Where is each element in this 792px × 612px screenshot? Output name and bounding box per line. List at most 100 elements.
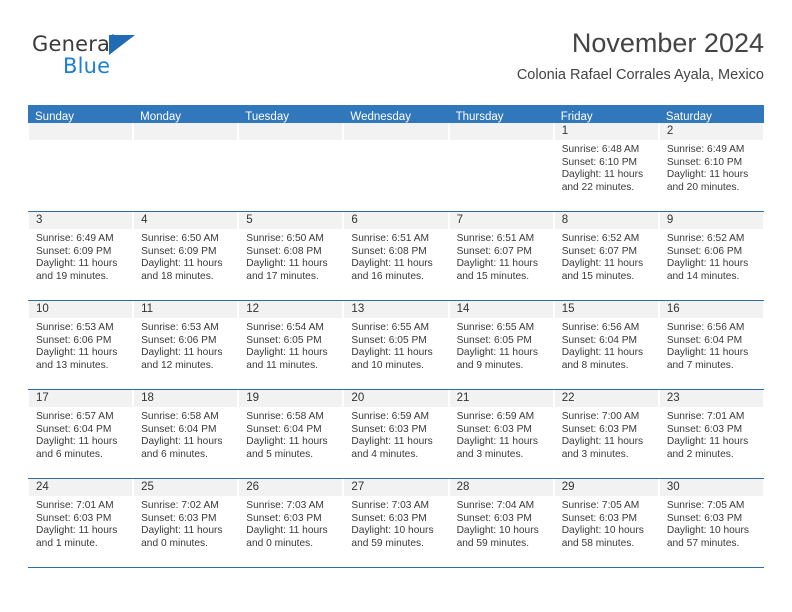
day-number: 28 <box>449 479 553 497</box>
calendar-day-cell[interactable]: 26 Sunrise: 7:03 AM Sunset: 6:03 PM Dayligh… <box>238 479 344 567</box>
day-number: 4 <box>134 212 238 230</box>
day-sun-info: Sunrise: 6:51 AM Sunset: 6:07 PM Daylight:… <box>450 230 553 283</box>
daylight-text-line2: and 2 minutes. <box>666 448 734 460</box>
daylight-text-line1: Daylight: 11 hours <box>246 347 328 359</box>
sunrise-text: Sunrise: 6:52 AM <box>666 233 745 244</box>
daylight-text-line2: and 17 minutes. <box>246 270 319 282</box>
daylight-text-line1: Daylight: 11 hours <box>351 258 433 270</box>
daylight-text-line2: and 3 minutes. <box>456 448 524 460</box>
day-number <box>239 123 343 141</box>
daylight-text-line1: Daylight: 11 hours <box>36 436 118 448</box>
weekday-header-monday: Monday <box>140 111 182 123</box>
day-sun-info: Sunrise: 6:56 AM Sunset: 6:04 PM Daylight:… <box>555 319 658 372</box>
sunset-text: Sunset: 6:04 PM <box>666 334 743 346</box>
sunrise-text: Sunrise: 6:53 AM <box>141 322 219 333</box>
calendar-day-cell[interactable]: 3 Sunrise: 6:49 AM Sunset: 6:09 PM Daylight… <box>28 212 134 300</box>
sunset-text: Sunset: 6:03 PM <box>246 512 322 524</box>
calendar-day-cell-empty <box>343 123 449 211</box>
day-number: 12 <box>239 301 343 319</box>
calendar-day-cell[interactable]: 28 Sunrise: 7:04 AM Sunset: 6:03 PM Dayligh… <box>448 479 554 567</box>
calendar-day-cell[interactable]: 27 Sunrise: 7:03 AM Sunset: 6:03 PM Dayligh… <box>343 479 449 567</box>
calendar-day-cell[interactable]: 30 Sunrise: 7:05 AM Sunset: 6:03 PM Dayligh… <box>658 479 764 567</box>
sunrise-text: Sunrise: 6:50 AM <box>141 233 219 244</box>
calendar-day-cell[interactable]: 5 Sunrise: 6:50 AM Sunset: 6:08 PM Daylight… <box>238 212 344 300</box>
calendar-day-cell[interactable]: 15 Sunrise: 6:56 AM Sunset: 6:04 PM Dayligh… <box>553 301 659 389</box>
sunrise-text: Sunrise: 6:55 AM <box>351 322 430 333</box>
sunrise-text: Sunrise: 6:49 AM <box>666 144 745 155</box>
calendar-day-cell[interactable]: 17 Sunrise: 6:57 AM Sunset: 6:04 PM Dayligh… <box>28 390 134 478</box>
calendar-day-cell[interactable]: 19 Sunrise: 6:58 AM Sunset: 6:04 PM Dayligh… <box>238 390 344 478</box>
calendar-day-cell[interactable]: 2 Sunrise: 6:49 AM Sunset: 6:10 PM Daylight… <box>658 123 764 211</box>
sunset-text: Sunset: 6:03 PM <box>666 512 743 524</box>
day-number: 18 <box>134 390 238 408</box>
day-sun-info: Sunrise: 7:01 AM Sunset: 6:03 PM Daylight:… <box>29 497 132 550</box>
sunset-text: Sunset: 6:10 PM <box>561 156 638 168</box>
daylight-text-line2: and 0 minutes. <box>141 537 208 549</box>
daylight-text-line1: Daylight: 11 hours <box>36 525 118 537</box>
calendar-day-cell[interactable]: 6 Sunrise: 6:51 AM Sunset: 6:08 PM Daylight… <box>343 212 449 300</box>
day-sun-info: Sunrise: 6:58 AM Sunset: 6:04 PM Daylight:… <box>134 408 237 461</box>
sunset-text: Sunset: 6:06 PM <box>36 334 112 346</box>
day-number <box>344 123 448 141</box>
calendar-day-cell[interactable]: 9 Sunrise: 6:52 AM Sunset: 6:06 PM Daylight… <box>658 212 764 300</box>
sunrise-text: Sunrise: 6:59 AM <box>351 411 430 422</box>
sunrise-text: Sunrise: 7:03 AM <box>246 500 324 511</box>
sunrise-text: Sunrise: 6:52 AM <box>561 233 640 244</box>
sunset-text: Sunset: 6:07 PM <box>456 245 532 257</box>
calendar-day-cell[interactable]: 24 Sunrise: 7:01 AM Sunset: 6:03 PM Dayligh… <box>28 479 134 567</box>
calendar-bottom-border <box>28 567 764 568</box>
day-sun-info: Sunrise: 7:00 AM Sunset: 6:03 PM Daylight:… <box>555 408 658 461</box>
sunrise-text: Sunrise: 7:00 AM <box>561 411 640 422</box>
day-number: 13 <box>344 301 448 319</box>
calendar-day-cell[interactable]: 10 Sunrise: 6:53 AM Sunset: 6:06 PM Dayligh… <box>28 301 134 389</box>
day-sun-info: Sunrise: 7:03 AM Sunset: 6:03 PM Daylight:… <box>344 497 447 550</box>
calendar-day-cell[interactable]: 20 Sunrise: 6:59 AM Sunset: 6:03 PM Dayligh… <box>343 390 449 478</box>
daylight-text-line1: Daylight: 11 hours <box>456 347 538 359</box>
calendar-day-cell[interactable]: 22 Sunrise: 7:00 AM Sunset: 6:03 PM Dayligh… <box>553 390 659 478</box>
calendar-day-cell[interactable]: 13 Sunrise: 6:55 AM Sunset: 6:05 PM Dayligh… <box>343 301 449 389</box>
calendar-day-cell[interactable]: 14 Sunrise: 6:55 AM Sunset: 6:05 PM Dayligh… <box>448 301 554 389</box>
daylight-text-line2: and 8 minutes. <box>561 359 629 371</box>
calendar-day-cell[interactable]: 16 Sunrise: 6:56 AM Sunset: 6:04 PM Dayligh… <box>658 301 764 389</box>
day-number: 21 <box>449 390 553 408</box>
sunrise-text: Sunrise: 7:01 AM <box>36 500 114 511</box>
day-number: 17 <box>29 390 133 408</box>
day-sun-info: Sunrise: 7:03 AM Sunset: 6:03 PM Daylight:… <box>239 497 342 550</box>
sunset-text: Sunset: 6:10 PM <box>666 156 743 168</box>
calendar-day-cell[interactable]: 4 Sunrise: 6:50 AM Sunset: 6:09 PM Daylight… <box>133 212 239 300</box>
sunset-text: Sunset: 6:09 PM <box>141 245 217 257</box>
daylight-text-line1: Daylight: 11 hours <box>666 436 749 448</box>
daylight-text-line2: and 11 minutes. <box>246 359 319 371</box>
day-number <box>134 123 238 141</box>
calendar-day-cell[interactable]: 23 Sunrise: 7:01 AM Sunset: 6:03 PM Dayligh… <box>658 390 764 478</box>
day-number: 1 <box>554 123 658 141</box>
calendar-day-cell[interactable]: 7 Sunrise: 6:51 AM Sunset: 6:07 PM Daylight… <box>448 212 554 300</box>
calendar-day-cell[interactable]: 21 Sunrise: 6:59 AM Sunset: 6:03 PM Dayligh… <box>448 390 554 478</box>
calendar-day-cell[interactable]: 8 Sunrise: 6:52 AM Sunset: 6:07 PM Daylight… <box>553 212 659 300</box>
day-number: 23 <box>659 390 763 408</box>
calendar-day-cell[interactable]: 29 Sunrise: 7:05 AM Sunset: 6:03 PM Dayligh… <box>553 479 659 567</box>
sunset-text: Sunset: 6:05 PM <box>246 334 322 346</box>
daylight-text-line2: and 5 minutes. <box>246 448 314 460</box>
calendar-day-cell-empty <box>448 123 554 211</box>
daylight-text-line2: and 12 minutes. <box>141 359 214 371</box>
sunrise-text: Sunrise: 7:01 AM <box>666 411 745 422</box>
general-blue-logo: General Blue <box>32 32 212 88</box>
sunset-text: Sunset: 6:03 PM <box>351 512 427 524</box>
calendar-day-cell[interactable]: 11 Sunrise: 6:53 AM Sunset: 6:06 PM Dayligh… <box>133 301 239 389</box>
day-sun-info: Sunrise: 6:53 AM Sunset: 6:06 PM Daylight:… <box>134 319 237 372</box>
day-number: 24 <box>29 479 133 497</box>
daylight-text-line1: Daylight: 11 hours <box>561 169 644 181</box>
sunset-text: Sunset: 6:08 PM <box>351 245 427 257</box>
calendar-day-cell-empty <box>28 123 134 211</box>
logo-text-general: General <box>32 32 117 56</box>
calendar-day-cell[interactable]: 12 Sunrise: 6:54 AM Sunset: 6:05 PM Dayligh… <box>238 301 344 389</box>
calendar-day-cell[interactable]: 25 Sunrise: 7:02 AM Sunset: 6:03 PM Dayligh… <box>133 479 239 567</box>
daylight-text-line2: and 9 minutes. <box>456 359 524 371</box>
calendar-day-cell[interactable]: 1 Sunrise: 6:48 AM Sunset: 6:10 PM Daylight… <box>553 123 659 211</box>
calendar-day-cell[interactable]: 18 Sunrise: 6:58 AM Sunset: 6:04 PM Dayligh… <box>133 390 239 478</box>
day-sun-info: Sunrise: 7:02 AM Sunset: 6:03 PM Daylight:… <box>134 497 237 550</box>
daylight-text-line2: and 15 minutes. <box>456 270 530 282</box>
day-sun-info: Sunrise: 7:05 AM Sunset: 6:03 PM Daylight:… <box>660 497 763 550</box>
sunset-text: Sunset: 6:06 PM <box>666 245 743 257</box>
